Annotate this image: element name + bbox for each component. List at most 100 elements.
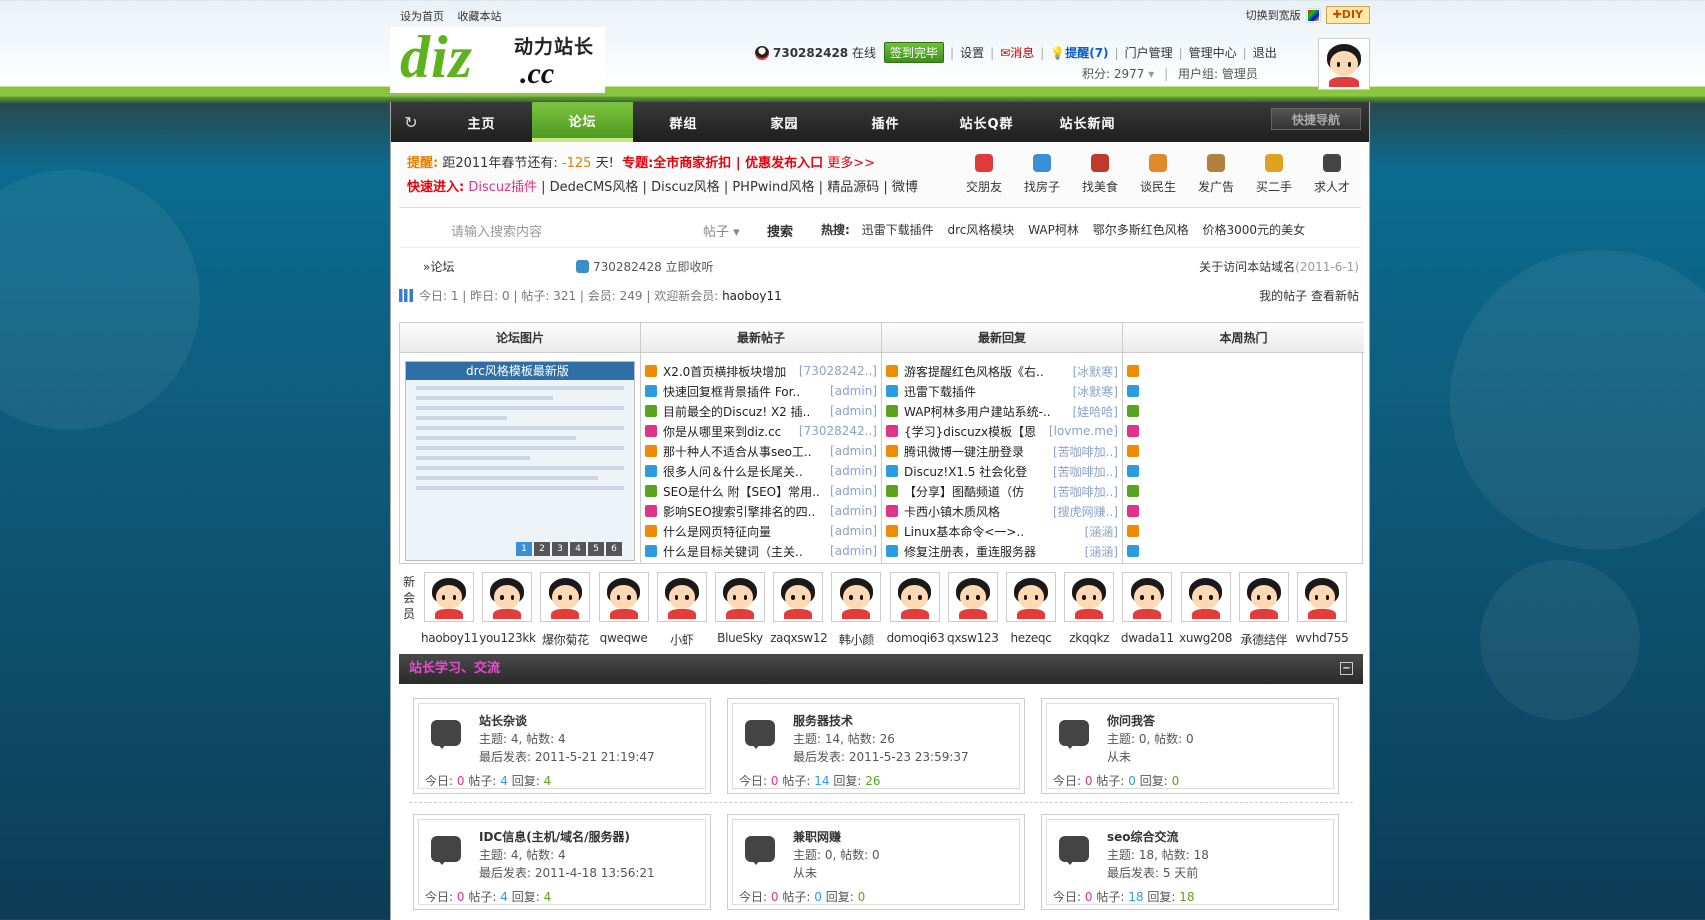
forum-name[interactable]: 兼职网赚: [793, 828, 841, 845]
hot-item[interactable]: 鄂尔多斯红色风格: [1093, 223, 1189, 237]
favorite-link[interactable]: 收藏本站: [458, 10, 502, 23]
forum-last-post[interactable]: 从未: [1107, 748, 1131, 765]
sign-button[interactable]: 签到完毕: [884, 42, 945, 63]
list-item[interactable]: 修复注册表，重连服务器 [涵涵]: [886, 541, 1118, 561]
quick-link-weibo[interactable]: 微博: [892, 180, 918, 195]
search-type-select[interactable]: 帖子 ▾: [703, 221, 740, 240]
member-name[interactable]: you123kk: [479, 631, 536, 645]
member-name[interactable]: xuwg208: [1178, 631, 1234, 645]
forum-card[interactable]: IDC信息(主机/域名/服务器) 主题: 4, 帖数: 4 最后发表: 2011-4…: [413, 814, 711, 910]
member-name[interactable]: 承德结伴: [1236, 631, 1292, 648]
admin-center-link[interactable]: 管理中心: [1189, 44, 1237, 61]
member-name[interactable]: qxsw123: [945, 631, 1001, 645]
more-link[interactable]: 更多>>: [827, 156, 875, 171]
hot-item[interactable]: 价格3000元的美女: [1203, 223, 1306, 237]
post-author[interactable]: [涵涵]: [1085, 543, 1118, 560]
switch-wide-link[interactable]: 切换到宽版: [1246, 7, 1301, 23]
member-item[interactable]: 爆你菊花: [537, 572, 593, 648]
member-name[interactable]: BlueSky: [712, 631, 768, 645]
nav-plugins[interactable]: 插件: [835, 102, 936, 142]
search-input[interactable]: 请输入搜索内容: [451, 221, 542, 240]
post-title[interactable]: SEO是什么 附【SEO】常用..: [663, 483, 826, 500]
nav-forum[interactable]: 论坛: [532, 102, 633, 142]
member-item[interactable]: domoqi63: [887, 572, 945, 645]
nav-home-space[interactable]: 家园: [734, 102, 835, 142]
quick-link-discuz-plugins[interactable]: Discuz插件: [468, 180, 537, 195]
member-name[interactable]: 小虾: [654, 631, 710, 648]
member-item[interactable]: qxsw123: [945, 572, 1001, 645]
quick-link-discuz-style[interactable]: Discuz风格: [651, 180, 720, 195]
list-item[interactable]: {学习}discuzx模板【恩 [lovme.me]: [886, 421, 1118, 441]
member-avatar[interactable]: [1297, 572, 1347, 622]
forum-last-post[interactable]: 最后发表: 5 天前: [1107, 864, 1198, 881]
member-item[interactable]: you123kk: [479, 572, 536, 645]
post-title[interactable]: 什么是网页特征向量: [663, 523, 826, 540]
member-avatar[interactable]: [1180, 572, 1231, 622]
post-author[interactable]: [涵涵]: [1085, 523, 1118, 540]
member-avatar[interactable]: [889, 572, 940, 622]
post-title[interactable]: Discuz!X1.5 社会化登: [904, 463, 1049, 480]
featured-image[interactable]: drc风格模板最新版 123456: [405, 361, 635, 561]
forum-last-post[interactable]: 最后发表: 2011-5-23 23:59:37: [793, 748, 969, 765]
post-author[interactable]: [admin]: [830, 504, 877, 518]
post-title[interactable]: 影响SEO搜索引擎排名的四..: [663, 503, 826, 520]
forum-card[interactable]: 兼职网赚 主题: 0, 帖数: 0 从未 今日: 0 帖子: 0 回复: 0: [727, 814, 1025, 910]
list-item[interactable]: Linux基本命令<一>.. [涵涵]: [886, 521, 1118, 541]
member-name[interactable]: zkqqkz: [1061, 631, 1117, 645]
site-announcement[interactable]: 关于访问本站域名(2011-6-1): [1199, 258, 1359, 275]
category-item[interactable]: 找房子: [1013, 148, 1071, 195]
category-item[interactable]: 发广告: [1187, 148, 1245, 195]
member-avatar[interactable]: [831, 572, 882, 622]
member-item[interactable]: xuwg208: [1178, 572, 1234, 645]
color-switch-icon[interactable]: [1306, 8, 1320, 22]
settings-link[interactable]: 设置: [960, 44, 984, 61]
slide-pager[interactable]: 123456: [516, 542, 622, 556]
post-author[interactable]: [冰默寒]: [1073, 383, 1118, 400]
member-avatar[interactable]: [773, 572, 824, 622]
messages-link[interactable]: 消息: [1010, 44, 1034, 61]
list-item[interactable]: 你是从哪里来到diz.cc [73028242..]: [645, 421, 877, 441]
member-name[interactable]: qweqwe: [596, 631, 652, 645]
member-name[interactable]: zaqxsw12: [770, 631, 828, 645]
member-avatar[interactable]: [424, 572, 474, 622]
collapse-icon[interactable]: −: [1340, 662, 1353, 675]
post-author[interactable]: [admin]: [830, 524, 877, 538]
post-author[interactable]: [73028242..]: [799, 424, 877, 438]
search-button[interactable]: 搜索: [767, 221, 793, 240]
user-avatar[interactable]: [1318, 38, 1370, 90]
member-name[interactable]: haoboy11: [421, 631, 479, 645]
member-avatar[interactable]: [656, 572, 707, 622]
post-author[interactable]: [搜虎网赚..]: [1053, 503, 1118, 520]
post-title[interactable]: 什么是目标关键词（主关..: [663, 543, 826, 560]
forum-last-post[interactable]: 最后发表: 2011-5-21 21:19:47: [479, 748, 655, 765]
nav-groups[interactable]: 群组: [633, 102, 734, 142]
post-title[interactable]: {学习}discuzx模板【恩: [904, 423, 1045, 440]
forum-card[interactable]: 站长杂谈 主题: 4, 帖数: 4 最后发表: 2011-5-21 21:19:47…: [413, 698, 711, 794]
new-posts-link[interactable]: 查看新帖: [1311, 289, 1359, 303]
member-item[interactable]: haoboy11: [421, 572, 479, 645]
forum-last-post[interactable]: 从未: [793, 864, 817, 881]
newest-member-link[interactable]: haoboy11: [722, 289, 782, 303]
member-avatar[interactable]: [715, 572, 765, 622]
member-item[interactable]: zkqqkz: [1061, 572, 1117, 645]
user-qq[interactable]: 730282428: [773, 46, 848, 60]
list-item[interactable]: SEO是什么 附【SEO】常用.. [admin]: [645, 481, 877, 501]
member-avatar[interactable]: [540, 572, 591, 622]
quick-link-source[interactable]: 精品源码: [827, 180, 879, 195]
member-item[interactable]: qweqwe: [596, 572, 652, 645]
post-author[interactable]: [admin]: [830, 544, 877, 558]
post-author[interactable]: [admin]: [830, 484, 877, 498]
list-item[interactable]: 什么是目标关键词（主关.. [admin]: [645, 541, 877, 561]
section-header[interactable]: 站长学习、交流 −: [399, 654, 1363, 684]
member-avatar[interactable]: [947, 572, 998, 622]
post-author[interactable]: [73028242..]: [799, 364, 877, 378]
post-title[interactable]: Linux基本命令<一>..: [904, 523, 1081, 540]
post-author[interactable]: [admin]: [830, 404, 877, 418]
post-title[interactable]: 修复注册表，重连服务器: [904, 543, 1081, 560]
list-item[interactable]: 卡西小镇木质风格 [搜虎网赚..]: [886, 501, 1118, 521]
list-item[interactable]: 那十种人不适合从事seo工.. [admin]: [645, 441, 877, 461]
category-item[interactable]: 求人才: [1303, 148, 1361, 195]
post-title[interactable]: 腾讯微博一键注册登录: [904, 443, 1049, 460]
nav-home[interactable]: 主页: [431, 102, 532, 142]
category-item[interactable]: 找美食: [1071, 148, 1129, 195]
